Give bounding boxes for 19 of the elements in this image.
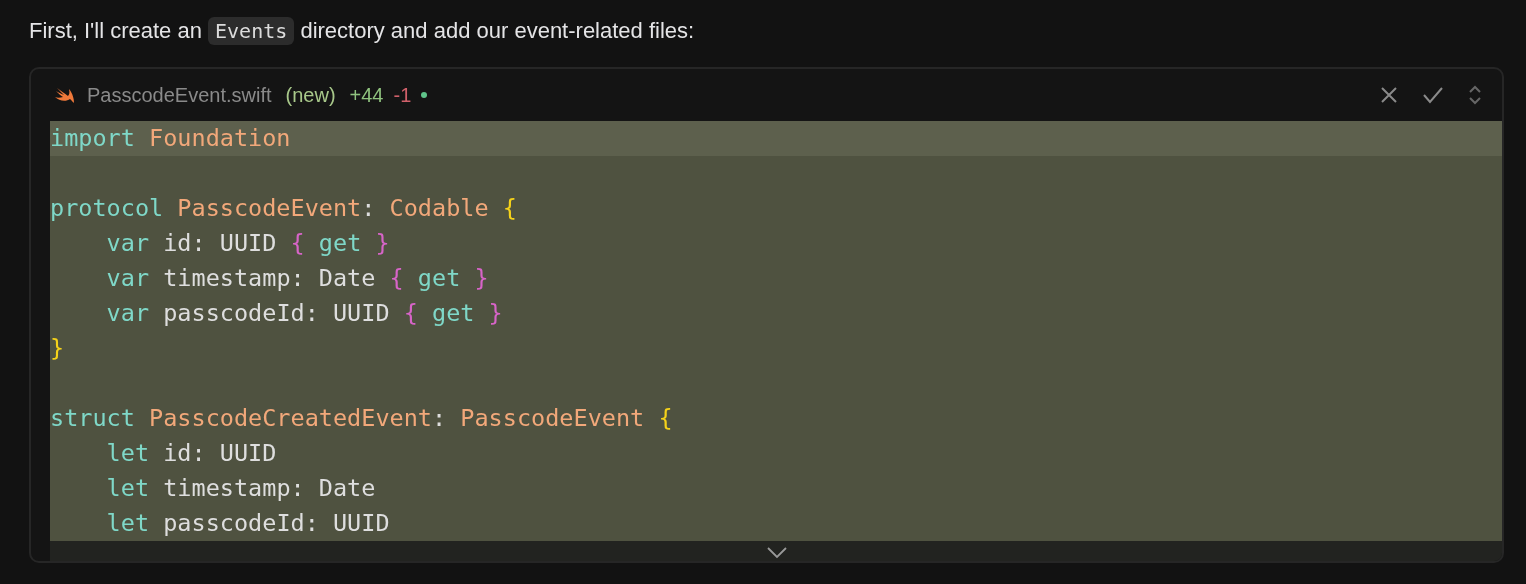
chevron-down-icon[interactable] [766,546,788,560]
code-line: let timestamp: Date [105,473,377,504]
check-icon[interactable] [1422,86,1444,104]
message-text: First, I'll create an Events directory and add our event-related files: [29,16,696,47]
file-status: (new) [285,83,336,107]
code-line: struct PasscodeCreatedEvent: PasscodeEvent { [50,403,674,434]
lines-added: +44 [349,83,384,107]
code-line: var timestamp: Date { get } [105,263,490,294]
code-line: protocol PasscodeEvent: Codable { [50,193,518,224]
code-line: var passcodeId: UUID { get } [105,298,504,329]
code-line: let id: UUID [105,438,278,469]
code-line: var id: UUID { get } [105,228,391,259]
code-line: } [50,333,66,364]
expand-icon[interactable] [1468,85,1482,105]
close-icon[interactable] [1380,86,1398,104]
code-line: let passcodeId: UUID [105,508,391,539]
status-dot [421,92,428,98]
file-name: PasscodeEvent.swift [87,83,272,107]
lines-removed: -1 [393,83,412,107]
